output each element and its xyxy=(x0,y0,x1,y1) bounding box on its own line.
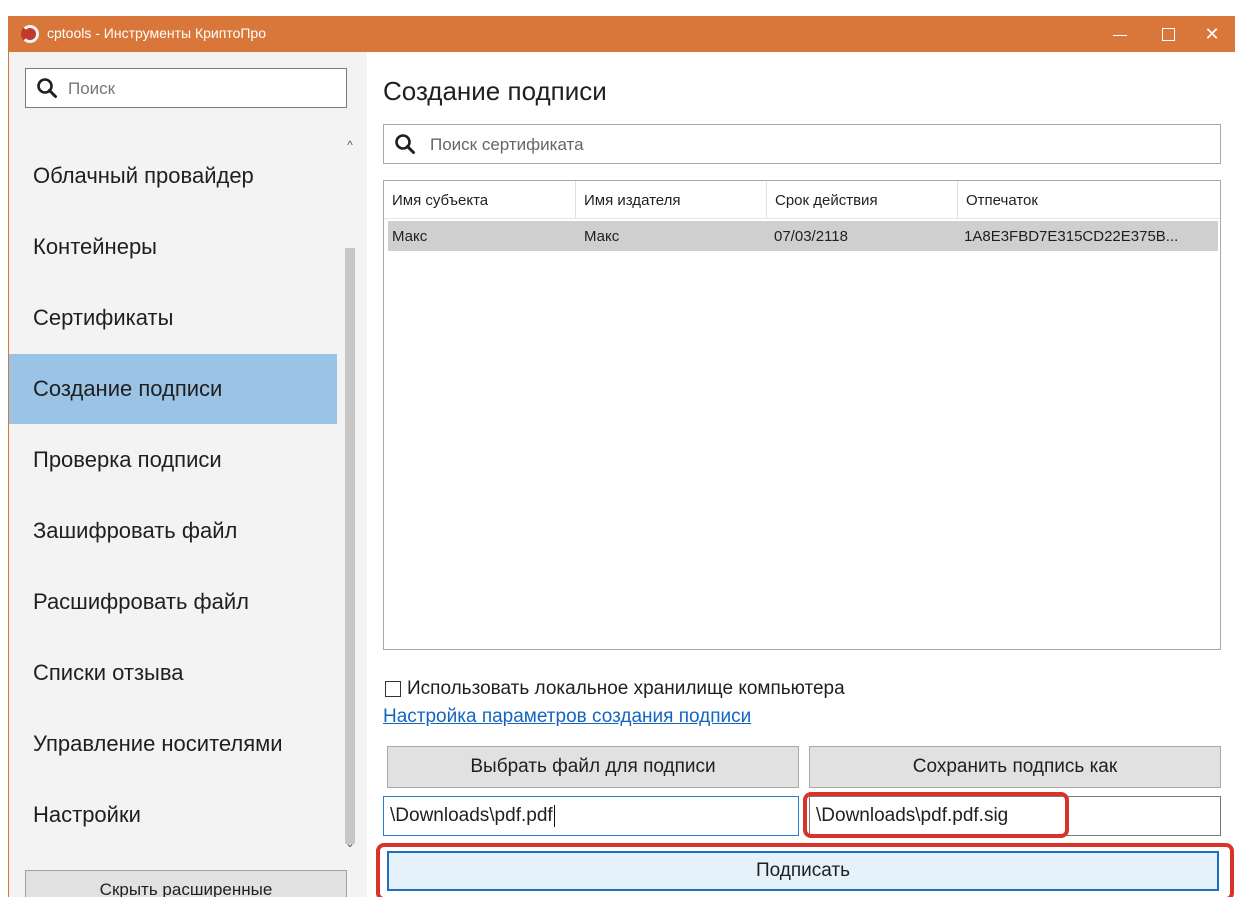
cell-expiry: 07/03/2118 xyxy=(774,227,848,245)
column-subject[interactable]: Имя субъекта xyxy=(384,181,576,219)
sidebar-item-cloud-provider[interactable]: Облачный провайдер xyxy=(9,141,337,211)
table-header: Имя субъекта Имя издателя Срок действия … xyxy=(384,181,1220,219)
cell-issuer: Макс xyxy=(584,227,620,245)
sidebar-item-certificates[interactable]: Сертификаты xyxy=(9,283,337,353)
sidebar: Поиск Облачный провайдер Контейнеры Серт… xyxy=(9,52,367,897)
app-window: cptools - Инструменты КриптоПро ✕ Поиск … xyxy=(8,16,1235,897)
maximize-button[interactable] xyxy=(1145,16,1191,52)
save-signature-as-button[interactable]: Сохранить подпись как xyxy=(809,746,1221,788)
maximize-icon xyxy=(1161,27,1175,41)
column-expiry[interactable]: Срок действия xyxy=(767,181,958,219)
cell-subject: Макс xyxy=(392,227,428,245)
column-issuer[interactable]: Имя издателя xyxy=(576,181,767,219)
cryptopro-logo-icon xyxy=(21,25,39,43)
sidebar-item-media-management[interactable]: Управление носителями xyxy=(9,709,337,779)
close-button[interactable]: ✕ xyxy=(1189,16,1235,52)
chevron-up-icon[interactable]: ^ xyxy=(343,138,357,152)
source-file-input[interactable]: \Downloads\pdf.pdf xyxy=(383,796,799,836)
window-title: cptools - Инструменты КриптоПро xyxy=(47,25,267,41)
signature-file-value: \Downloads\pdf.pdf.sig xyxy=(816,805,1009,826)
choose-file-button[interactable]: Выбрать файл для подписи xyxy=(387,746,799,788)
sidebar-item-settings[interactable]: Настройки xyxy=(9,780,337,850)
page-title: Создание подписи xyxy=(383,76,607,106)
local-store-label: Использовать локальное хранилище компьют… xyxy=(407,678,845,699)
table-row[interactable]: Макс Макс 07/03/2118 1A8E3FBD7E315CD22E3… xyxy=(388,221,1218,251)
sidebar-search-placeholder: Поиск xyxy=(68,79,116,98)
background-window-fragment xyxy=(0,0,1235,16)
sidebar-nav: Облачный провайдер Контейнеры Сертификат… xyxy=(9,134,339,849)
certificate-table: Имя субъекта Имя издателя Срок действия … xyxy=(383,180,1221,650)
certificate-search-placeholder: Поиск сертификата xyxy=(430,135,584,154)
sidebar-search-input[interactable]: Поиск xyxy=(25,68,347,108)
signature-settings-link[interactable]: Настройка параметров создания подписи xyxy=(383,706,751,728)
hide-advanced-button[interactable]: Скрыть расширенные xyxy=(25,870,347,897)
chevron-down-icon[interactable]: ⌄ xyxy=(343,836,357,850)
text-caret xyxy=(553,805,555,827)
sidebar-item-create-signature[interactable]: Создание подписи xyxy=(9,354,337,424)
certificate-search-input[interactable]: Поиск сертификата xyxy=(383,124,1221,164)
minimize-icon xyxy=(1113,34,1127,36)
source-file-value: \Downloads\pdf.pdf xyxy=(390,805,553,826)
sidebar-item-decrypt-file[interactable]: Расшифровать файл xyxy=(9,567,337,637)
sidebar-item-encrypt-file[interactable]: Зашифровать файл xyxy=(9,496,337,566)
sidebar-item-verify-signature[interactable]: Проверка подписи xyxy=(9,425,337,495)
scrollbar-thumb[interactable] xyxy=(345,248,355,844)
column-thumbprint[interactable]: Отпечаток xyxy=(958,181,1220,219)
signature-file-input[interactable]: \Downloads\pdf.pdf.sig xyxy=(809,796,1221,836)
sign-button[interactable]: Подписать xyxy=(387,851,1219,891)
close-icon: ✕ xyxy=(1204,23,1220,44)
sidebar-item-revocation-lists[interactable]: Списки отзыва xyxy=(9,638,337,708)
minimize-button[interactable] xyxy=(1097,16,1143,52)
title-bar[interactable]: cptools - Инструменты КриптоПро ✕ xyxy=(9,16,1235,52)
local-store-checkbox[interactable]: Использовать локальное хранилище компьют… xyxy=(385,676,845,702)
search-icon xyxy=(37,78,57,98)
checkbox-icon[interactable] xyxy=(385,681,401,697)
search-icon xyxy=(395,134,415,154)
sidebar-scrollbar[interactable]: ^ ⌄ xyxy=(343,138,357,850)
sidebar-item-containers[interactable]: Контейнеры xyxy=(9,212,337,282)
cell-thumbprint: 1A8E3FBD7E315CD22E375B... xyxy=(964,227,1179,245)
